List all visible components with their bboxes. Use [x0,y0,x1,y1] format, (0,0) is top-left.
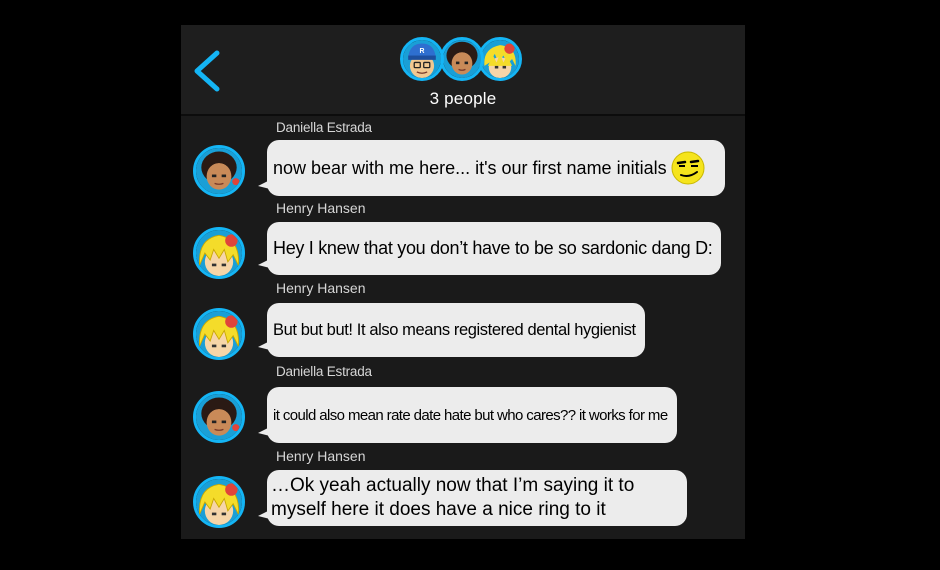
message-text: Hey I knew that you don’t have to be so … [273,238,713,258]
blond-boy-avatar-icon[interactable] [193,227,245,279]
blond-boy-avatar-icon[interactable] [193,476,245,528]
chat-window: R 3 people Daniella Estrada now bear wit… [181,25,745,539]
group-avatar-henry [478,37,522,81]
group-avatar-daniella [440,37,484,81]
message-list: Daniella Estrada now bear with me here..… [181,116,745,539]
message-bubble[interactable]: it could also mean rate date hate but wh… [258,387,677,443]
girl-avatar-icon[interactable] [193,145,245,197]
message-text: …Ok yeah actually now that I’m saying it… [271,475,635,520]
smirk-emoji-icon [671,151,705,185]
group-avatar-cap-boy: R [400,37,444,81]
chat-header: R 3 people [181,25,745,116]
back-button[interactable] [189,49,225,93]
message-sender: Henry Hansen [276,448,366,464]
message-sender: Daniella Estrada [276,120,372,135]
chevron-left-icon [194,50,220,92]
message-text: it could also mean rate date hate but wh… [273,406,668,424]
people-count: 3 people [429,89,497,108]
message-text: now bear with me here... it's our first … [273,157,667,178]
message-sender: Henry Hansen [276,280,366,296]
message-bubble[interactable]: But but but! It also means registered de… [258,303,645,357]
message-sender: Daniella Estrada [276,364,372,379]
blond-boy-avatar-icon[interactable] [193,308,245,360]
message-sender: Henry Hansen [276,200,366,216]
svg-text:R: R [420,48,425,55]
girl-avatar-icon[interactable] [193,391,245,443]
group-avatars[interactable]: R [400,37,525,89]
message-text: But but but! It also means registered de… [273,320,636,339]
message-bubble[interactable]: …Ok yeah actually now that I’m saying it… [258,470,687,526]
message-bubble[interactable]: Hey I knew that you don’t have to be so … [258,222,721,275]
message-bubble[interactable]: now bear with me here... it's our first … [258,140,725,196]
